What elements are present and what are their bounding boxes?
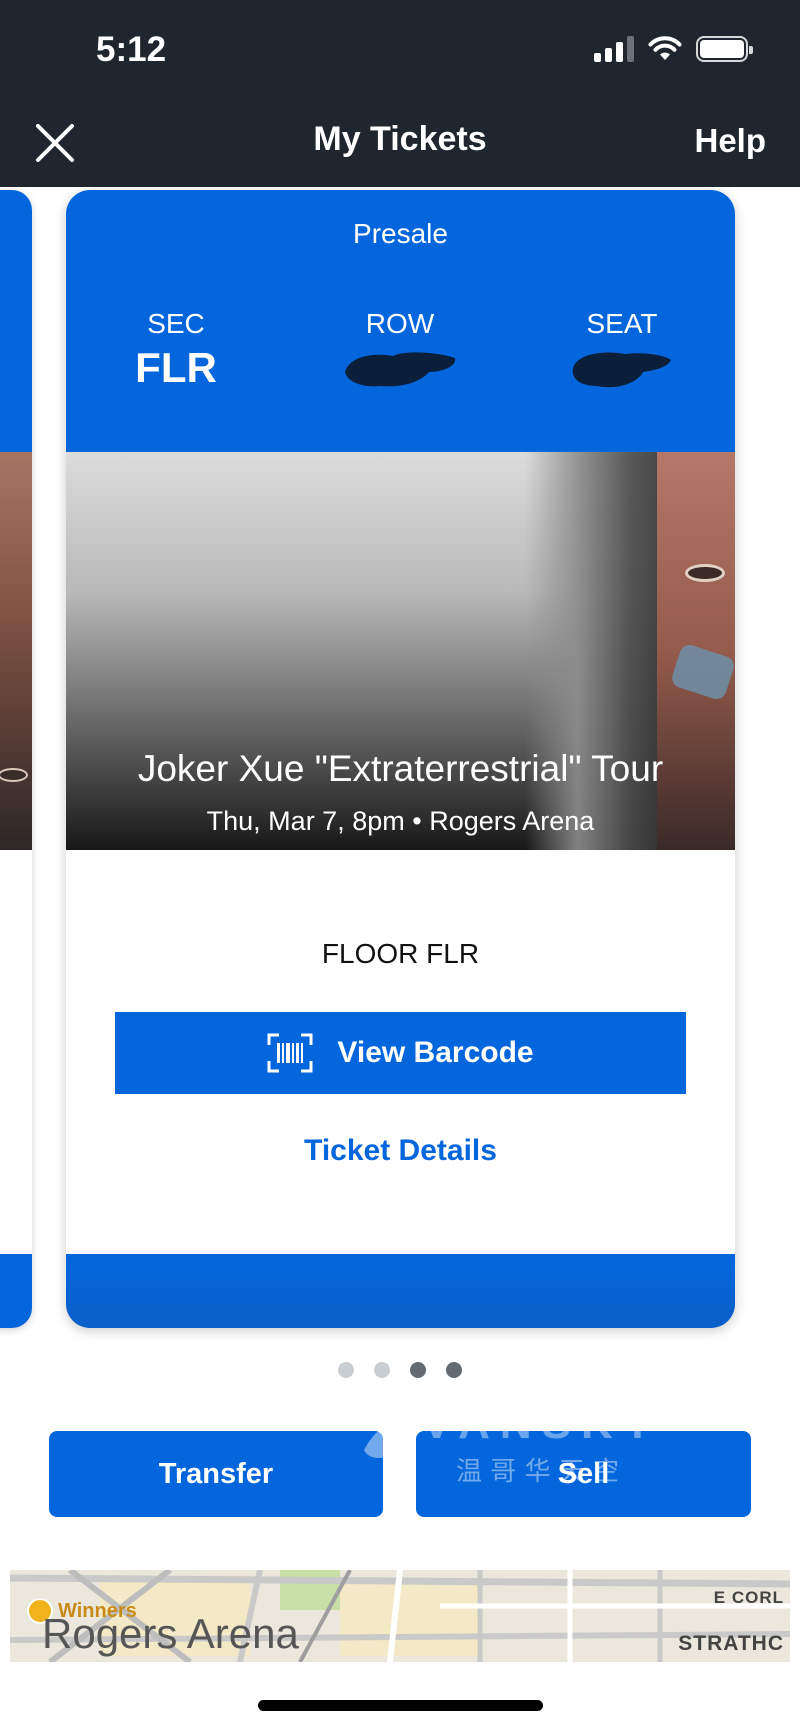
battery-icon	[696, 36, 753, 62]
presale-label: Presale	[353, 218, 448, 249]
barcode-icon	[267, 1033, 313, 1073]
redacted-seat-value	[572, 352, 671, 388]
cellular-signal-icon	[594, 36, 634, 62]
floor-label: FLOOR FLR	[321, 938, 480, 969]
pager-dot[interactable]	[410, 1362, 426, 1378]
home-indicator[interactable]	[258, 1700, 543, 1711]
event-subtitle: Thu, Mar 7, 8pm • Rogers Arena	[66, 806, 735, 837]
redacted-row-value	[345, 352, 456, 387]
carousel-pager	[0, 1362, 800, 1378]
row-label: ROW	[365, 308, 435, 339]
ticket-footer	[66, 1254, 735, 1328]
event-photo	[0, 452, 32, 850]
event-title: Joker Xue "Extraterrestrial" Tour	[137, 748, 664, 789]
status-icons	[594, 36, 753, 62]
ticket-card: Presale SEC FLR ROW SEAT Joker Xue "Extr…	[66, 190, 735, 1328]
view-barcode-label: View Barcode	[337, 1036, 534, 1069]
row-info: ROW	[300, 308, 500, 396]
ticket-header: Presale SEC FLR ROW SEAT	[66, 190, 735, 452]
section-info: SEC FLR	[76, 308, 276, 396]
seat-label: SEAT	[586, 308, 658, 339]
event-photo: Joker Xue "Extraterrestrial" Tour Thu, M…	[66, 452, 735, 850]
map-street-label: STRATHC	[678, 1632, 784, 1655]
section-value: FLR	[135, 344, 217, 391]
status-time: 5:12	[96, 30, 167, 69]
map-street-label: E CORL	[713, 1588, 784, 1607]
close-icon[interactable]	[34, 122, 76, 164]
separator-dot: •	[412, 806, 422, 836]
view-barcode-button[interactable]: View Barcode	[115, 1012, 686, 1094]
top-bar: 5:12 My Tickets Help	[0, 0, 800, 187]
section-label: SEC	[147, 308, 205, 339]
sell-button[interactable]: Sell	[416, 1431, 751, 1517]
venue-map[interactable]: Winners Rogers Arena E CORL STRATHC	[10, 1570, 790, 1662]
previous-ticket-card[interactable]	[0, 190, 32, 1328]
seat-info: SEAT	[522, 308, 722, 396]
wifi-icon	[648, 36, 682, 60]
event-venue: Rogers Arena	[429, 806, 595, 836]
ticket-details-link[interactable]: Ticket Details	[66, 1134, 735, 1168]
pager-dot-active[interactable]	[446, 1362, 462, 1378]
transfer-button[interactable]: Transfer	[49, 1431, 383, 1517]
help-link[interactable]: Help	[694, 122, 766, 160]
pager-dot[interactable]	[374, 1362, 390, 1378]
map-venue-label: Rogers Arena	[42, 1610, 299, 1657]
pager-dot[interactable]	[338, 1362, 354, 1378]
event-datetime: Thu, Mar 7, 8pm	[206, 806, 405, 836]
page-title: My Tickets	[313, 120, 487, 158]
